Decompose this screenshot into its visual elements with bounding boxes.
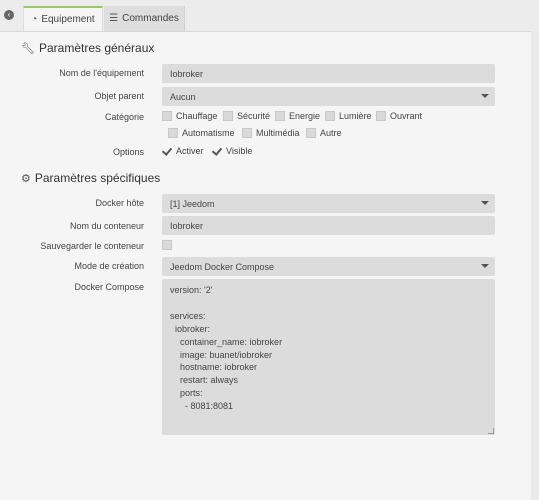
category-multimedia[interactable]: Multimédia [242,128,300,138]
docker-compose-content: version: '2' services: iobroker: contain… [170,285,283,412]
wrench-icon: 🔧︎ [21,42,35,55]
option-visible[interactable]: Visible [212,146,252,156]
check-icon [212,146,222,156]
name-label: Nom de l'équipement [59,68,144,78]
arrow-left-icon: ‹ [4,10,14,20]
parent-label: Objet parent [94,91,144,101]
list-icon: ☰ [109,13,119,24]
options-label: Options [112,147,144,157]
chevron-down-icon [481,94,489,98]
name-value: Iobroker [170,68,204,79]
docker-compose-textarea[interactable]: version: '2' services: iobroker: contain… [162,279,495,435]
category-ouvrant[interactable]: Ouvrant [376,111,422,121]
creation-mode-select[interactable]: Jeedom Docker Compose [162,257,495,276]
compose-label: Docker Compose [74,282,144,292]
tab-commandes[interactable]: ☰ Commandes [104,6,185,31]
section-general-heading: 🔧︎ Paramètres généraux [21,41,154,55]
category-label: Catégorie [104,112,144,122]
parent-value: Aucun [170,91,196,102]
tab-commandes-label: Commandes [122,13,179,24]
docker-host-select[interactable]: [1] Jeedom [162,194,495,213]
name-input[interactable]: Iobroker [162,64,495,83]
category-autre[interactable]: Autre [306,128,342,138]
container-name-value: Iobroker [170,220,204,231]
section-specific-heading: ⚙ Paramètres spécifiques [21,171,160,185]
category-lumiere[interactable]: Lumière [325,111,372,121]
option-activer[interactable]: Activer [162,146,204,156]
tachometer-icon: ◔ [31,14,38,25]
resize-handle-icon[interactable] [488,428,494,434]
save-container-checkbox[interactable] [162,240,176,250]
back-button[interactable]: ‹ [1,7,17,23]
scrollbar[interactable] [531,31,539,500]
gears-icon: ⚙ [21,172,31,185]
section-specific-title: Paramètres spécifiques [34,171,161,185]
container-name-input[interactable]: Iobroker [162,216,495,235]
container-name-label: Nom du conteneur [69,221,144,231]
docker-host-value: [1] Jeedom [170,198,215,209]
creation-mode-value: Jeedom Docker Compose [170,261,275,272]
parent-select[interactable]: Aucun [162,87,495,106]
category-energie[interactable]: Energie [275,111,320,121]
section-general-title: Paramètres généraux [38,41,155,55]
tab-equipement-label: Equipement [41,14,95,25]
tab-bar: ‹ ◔ Equipement ☰ Commandes [0,0,539,32]
chevron-down-icon [481,264,489,268]
check-icon [162,146,172,156]
category-securite[interactable]: Sécurité [223,111,270,121]
save-container-label: Sauvegarder le conteneur [40,241,144,251]
docker-host-label: Docker hôte [95,198,144,208]
chevron-down-icon [481,201,489,205]
creation-mode-label: Mode de création [74,261,144,271]
category-chauffage[interactable]: Chauffage [162,111,217,121]
category-automatisme[interactable]: Automatisme [168,128,235,138]
tab-equipement[interactable]: ◔ Equipement [23,6,103,31]
